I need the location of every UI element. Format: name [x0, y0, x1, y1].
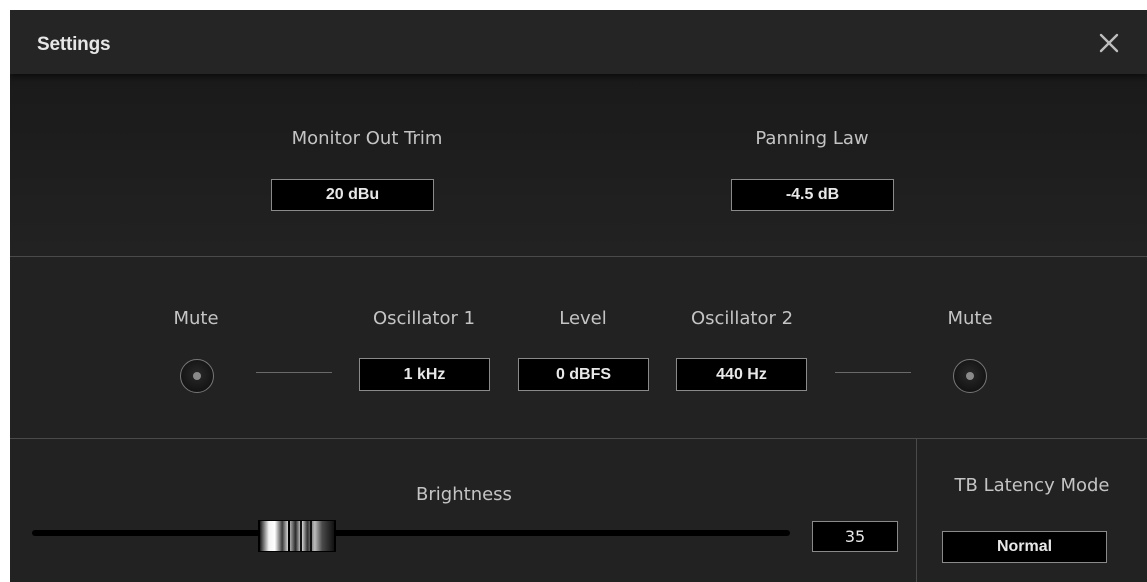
panning-law-field[interactable]: -4.5 dB — [731, 179, 894, 211]
monitor-out-trim-label: Monitor Out Trim — [291, 128, 443, 149]
close-button[interactable] — [1094, 28, 1124, 58]
mute-left-label: Mute — [173, 308, 219, 329]
level-label: Level — [559, 308, 607, 329]
oscillator2-field[interactable]: 440 Hz — [676, 358, 807, 391]
brightness-slider-track[interactable] — [32, 530, 790, 536]
panning-law-label: Panning Law — [755, 128, 869, 149]
brightness-value-field[interactable]: 35 — [812, 521, 898, 552]
mute-right-button[interactable] — [953, 359, 987, 393]
oscillator1-label: Oscillator 1 — [372, 308, 476, 329]
section-divider-vertical — [916, 439, 917, 582]
title-bar: Settings — [10, 10, 1147, 74]
oscillator2-label: Oscillator 2 — [690, 308, 794, 329]
close-icon — [1099, 33, 1119, 53]
mute-right-indicator — [966, 372, 974, 380]
tb-latency-mode-select[interactable]: Normal — [942, 531, 1107, 563]
slider-handle-icon — [258, 520, 337, 552]
output-settings-section — [10, 74, 1147, 256]
brightness-slider-thumb[interactable] — [258, 520, 337, 552]
level-field[interactable]: 0 dBFS — [518, 358, 649, 391]
mute-left-indicator — [193, 372, 201, 380]
connector-line-left — [256, 372, 332, 373]
settings-window: Settings Monitor Out Trim 20 dBu Panning… — [10, 10, 1147, 582]
oscillator-section — [10, 257, 1147, 438]
window-title: Settings — [37, 34, 111, 55]
brightness-label: Brightness — [416, 484, 512, 505]
mute-right-label: Mute — [947, 308, 993, 329]
monitor-out-trim-field[interactable]: 20 dBu — [271, 179, 434, 211]
oscillator1-field[interactable]: 1 kHz — [359, 358, 490, 391]
tb-latency-mode-label: TB Latency Mode — [954, 475, 1110, 496]
connector-line-right — [835, 372, 911, 373]
mute-left-button[interactable] — [180, 359, 214, 393]
